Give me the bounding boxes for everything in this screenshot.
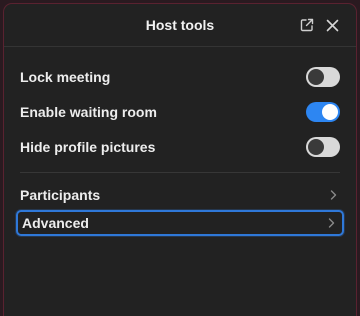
host-tools-panel: Host tools Lock meeting Enable waiting r…: [3, 3, 357, 316]
setting-row-waiting-room: Enable waiting room: [20, 99, 340, 125]
popout-icon[interactable]: [299, 17, 315, 33]
setting-row-lock-meeting: Lock meeting: [20, 64, 340, 90]
hide-profile-pictures-toggle[interactable]: [306, 137, 340, 157]
chevron-right-icon: [326, 218, 336, 228]
lock-meeting-toggle[interactable]: [306, 67, 340, 87]
participants-label: Participants: [20, 187, 101, 203]
toggle-knob: [322, 104, 338, 120]
toggle-knob: [308, 69, 324, 85]
waiting-room-toggle[interactable]: [306, 102, 340, 122]
panel-header: Host tools: [4, 4, 356, 47]
nav-item-advanced[interactable]: Advanced: [16, 210, 344, 236]
close-icon[interactable]: [324, 17, 340, 33]
section-divider: [20, 172, 340, 173]
setting-row-hide-profile-pictures: Hide profile pictures: [20, 134, 340, 160]
waiting-room-label: Enable waiting room: [20, 104, 157, 120]
chevron-right-icon: [328, 190, 338, 200]
toggle-knob: [308, 139, 324, 155]
hide-profile-pictures-label: Hide profile pictures: [20, 139, 156, 155]
nav-item-participants[interactable]: Participants: [16, 182, 344, 208]
lock-meeting-label: Lock meeting: [20, 69, 111, 85]
advanced-label: Advanced: [22, 215, 89, 231]
